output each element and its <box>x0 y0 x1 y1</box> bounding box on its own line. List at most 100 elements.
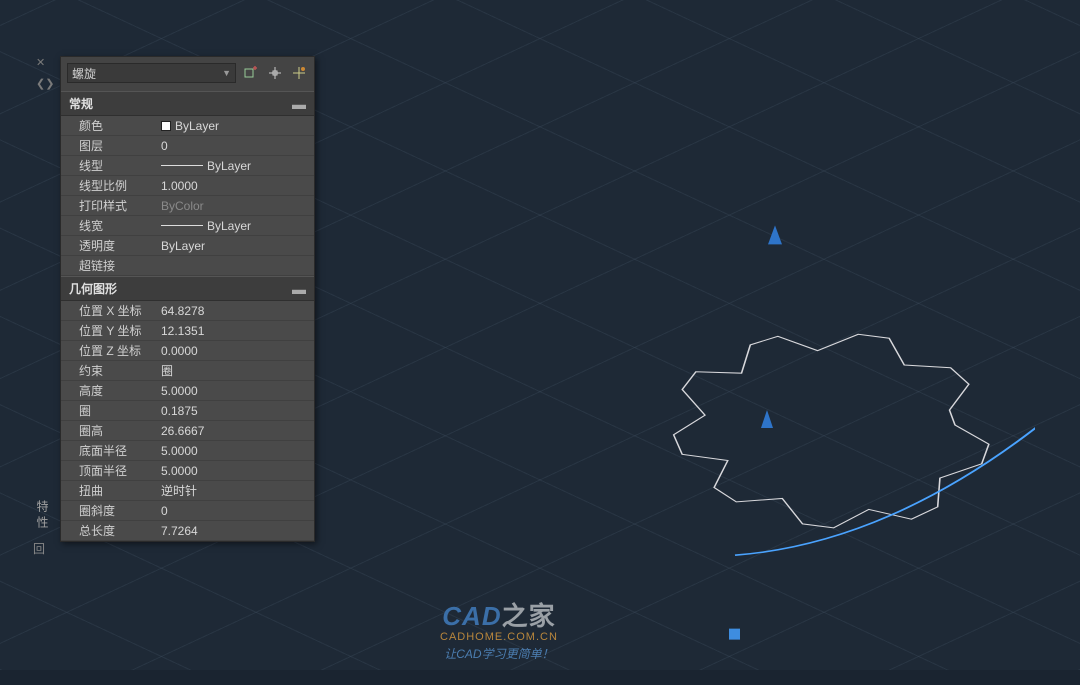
watermark-slogan: 让CAD学习更简单！ <box>440 645 558 662</box>
panel-titlebar-icons: ✕ ❮❯ <box>36 56 54 90</box>
axis-arrow-up <box>761 410 773 428</box>
property-value[interactable]: 0.0000 <box>155 341 314 360</box>
property-label: 打印样式 <box>61 197 155 214</box>
property-row[interactable]: 超链接 <box>61 256 314 276</box>
property-row[interactable]: 约束圈 <box>61 361 314 381</box>
property-label: 底面半径 <box>61 442 155 459</box>
property-row[interactable]: 位置 X 坐标64.8278 <box>61 301 314 321</box>
property-label: 超链接 <box>61 257 155 274</box>
property-label: 圈高 <box>61 422 155 439</box>
watermark-url: CADHOME.COM.CN <box>440 631 558 643</box>
pin-icon[interactable]: ❮❯ <box>36 77 54 90</box>
property-value-text: 12.1351 <box>161 324 204 338</box>
panel-toolbar: 螺旋 ▼ <box>61 57 314 91</box>
properties-panel: 螺旋 ▼ 常规 ▬ 颜色ByLayer图层 0 线型ByLayer线型比例 1.000… <box>60 56 315 542</box>
property-label: 线型比例 <box>61 177 155 194</box>
property-value[interactable]: 0.1875 <box>155 401 314 420</box>
property-row[interactable]: 位置 Z 坐标0.0000 <box>61 341 314 361</box>
property-row[interactable]: 圈高 26.6667 <box>61 421 314 441</box>
property-value[interactable]: ByLayer <box>155 236 314 255</box>
property-row[interactable]: 扭曲逆时针 <box>61 481 314 501</box>
object-type-value: 螺旋 <box>72 65 96 82</box>
section-geometry-header[interactable]: 几何图形 ▬ <box>61 276 314 301</box>
property-value[interactable]: 1.0000 <box>155 176 314 195</box>
property-value-text: ByLayer <box>175 119 219 133</box>
property-value[interactable]: 5.0000 <box>155 381 314 400</box>
panel-side-label: 特性 <box>34 500 51 532</box>
property-label: 位置 Y 坐标 <box>61 322 155 339</box>
close-icon[interactable]: ✕ <box>36 56 54 69</box>
property-value[interactable]: ByLayer <box>155 216 314 235</box>
object-type-select[interactable]: 螺旋 ▼ <box>67 63 236 83</box>
panel-bottom-icon[interactable]: 回 <box>33 540 45 557</box>
property-value[interactable]: 0 <box>155 501 314 520</box>
property-label: 顶面半径 <box>61 462 155 479</box>
property-row[interactable]: 线型ByLayer <box>61 156 314 176</box>
property-value-text: 64.8278 <box>161 304 204 318</box>
property-value-text: ByLayer <box>207 159 251 173</box>
property-value[interactable]: 7.7264 <box>155 521 314 540</box>
grip-point[interactable] <box>729 629 740 640</box>
property-value-text: ByLayer <box>161 239 205 253</box>
property-value[interactable]: 64.8278 <box>155 301 314 320</box>
property-label: 圈斜度 <box>61 502 155 519</box>
section-general-header[interactable]: 常规 ▬ <box>61 91 314 116</box>
property-row[interactable]: 图层 0 <box>61 136 314 156</box>
property-value[interactable]: 12.1351 <box>155 321 314 340</box>
property-label: 图层 <box>61 137 155 154</box>
property-value[interactable]: 逆时针 <box>155 481 314 500</box>
property-value[interactable]: ByLayer <box>155 116 314 135</box>
property-row[interactable]: 圈0.1875 <box>61 401 314 421</box>
property-value-text: 5.0000 <box>161 444 198 458</box>
property-value-text: 7.7264 <box>161 524 198 538</box>
gear-outline <box>674 334 989 528</box>
property-value-text: 5.0000 <box>161 464 198 478</box>
property-value-text: 5.0000 <box>161 384 198 398</box>
property-row[interactable]: 圈斜度 0 <box>61 501 314 521</box>
linetype-preview <box>161 165 203 166</box>
property-value[interactable]: 5.0000 <box>155 441 314 460</box>
chevron-down-icon: ▼ <box>222 68 231 78</box>
property-value[interactable]: 5.0000 <box>155 461 314 480</box>
toggle-pickadd-icon[interactable] <box>242 64 260 82</box>
property-value[interactable] <box>155 256 314 275</box>
property-row[interactable]: 顶面半径 5.0000 <box>61 461 314 481</box>
select-objects-icon[interactable] <box>266 64 284 82</box>
watermark-brand-zh: 之家 <box>502 601 556 631</box>
property-row[interactable]: 颜色ByLayer <box>61 116 314 136</box>
collapse-icon[interactable]: ▬ <box>292 96 306 112</box>
property-value-text: 逆时针 <box>161 482 197 499</box>
property-row[interactable]: 底面半径 5.0000 <box>61 441 314 461</box>
quick-select-icon[interactable] <box>290 64 308 82</box>
property-value-text: 26.6667 <box>161 424 204 438</box>
property-value[interactable]: 26.6667 <box>155 421 314 440</box>
property-label: 透明度 <box>61 237 155 254</box>
property-value-text: 0.1875 <box>161 404 198 418</box>
property-value-text: 圈 <box>161 362 173 379</box>
property-label: 总长度 <box>61 522 155 539</box>
property-row[interactable]: 透明度 ByLayer <box>61 236 314 256</box>
property-row[interactable]: 线宽ByLayer <box>61 216 314 236</box>
property-value[interactable]: ByColor <box>155 196 314 215</box>
viewport-3d[interactable]: ✕ ❮❯ 特性 回 螺旋 ▼ 常规 ▬ 颜色ByLayer图层 0 线型ByLaye… <box>0 0 1080 670</box>
helix-curve[interactable] <box>735 413 1035 556</box>
property-row[interactable]: 线型比例 1.0000 <box>61 176 314 196</box>
property-row[interactable]: 高度5.0000 <box>61 381 314 401</box>
property-value-text: 1.0000 <box>161 179 198 193</box>
property-value-text: 0 <box>161 139 168 153</box>
property-value[interactable]: ByLayer <box>155 156 314 175</box>
watermark: CAD之家 CADHOME.COM.CN 让CAD学习更简单！ <box>440 596 558 662</box>
property-value-text: ByLayer <box>207 219 251 233</box>
property-value-text: 0 <box>161 504 168 518</box>
property-value[interactable]: 0 <box>155 136 314 155</box>
property-label: 约束 <box>61 362 155 379</box>
color-swatch <box>161 121 171 131</box>
property-value[interactable]: 圈 <box>155 361 314 380</box>
section-geometry-title: 几何图形 <box>69 280 117 297</box>
property-row[interactable]: 总长度 7.7264 <box>61 521 314 541</box>
property-row[interactable]: 打印样式 ByColor <box>61 196 314 216</box>
collapse-icon[interactable]: ▬ <box>292 281 306 297</box>
property-row[interactable]: 位置 Y 坐标 12.1351 <box>61 321 314 341</box>
property-value-text: ByColor <box>161 199 204 213</box>
section-general-title: 常规 <box>69 95 93 112</box>
